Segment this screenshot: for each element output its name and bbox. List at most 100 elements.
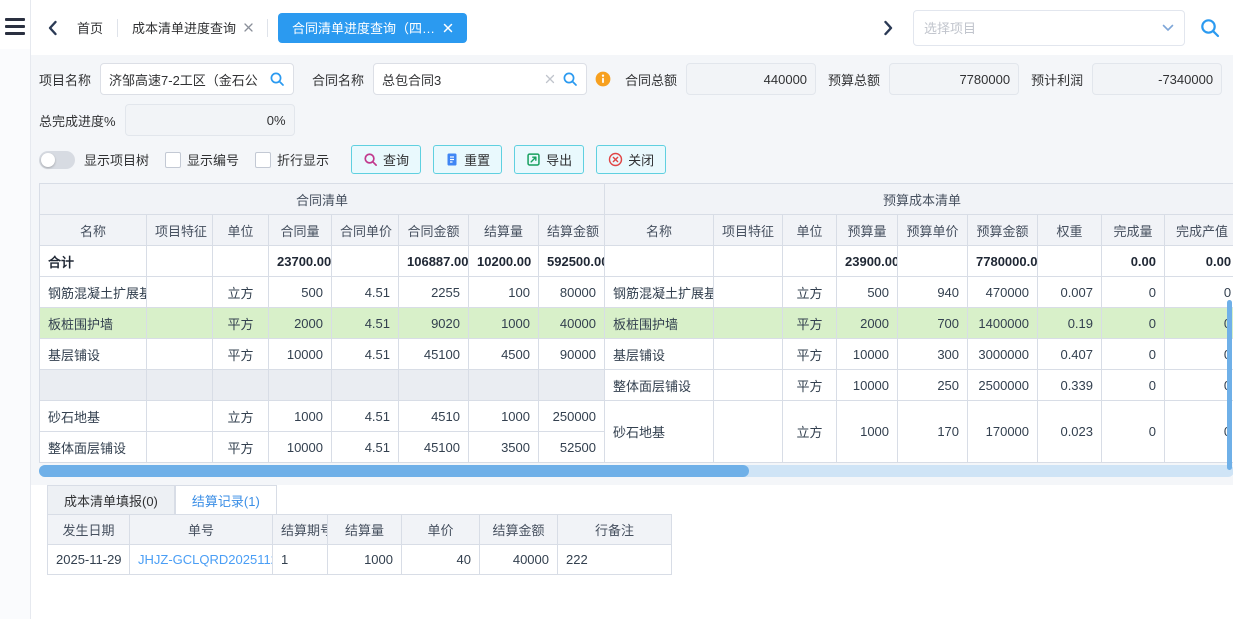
cell[interactable]: 40000 xyxy=(539,308,605,339)
cell[interactable] xyxy=(605,246,714,277)
tab-cost-list-fill[interactable]: 成本清单填报(0) xyxy=(47,485,175,514)
cell[interactable] xyxy=(147,432,213,463)
cell[interactable]: 2500000 xyxy=(968,370,1038,401)
cell[interactable] xyxy=(898,246,968,277)
cell[interactable]: 470000 xyxy=(968,277,1038,308)
tab-settlement-records[interactable]: 结算记录(1) xyxy=(175,485,277,514)
tab-cost-list-progress[interactable]: 成本清单进度查询 xyxy=(118,13,267,43)
cell[interactable] xyxy=(714,308,783,339)
cell[interactable]: 1000 xyxy=(469,308,539,339)
cell[interactable]: 0 xyxy=(1165,370,1233,401)
cell[interactable] xyxy=(714,370,783,401)
cell[interactable] xyxy=(1038,246,1102,277)
contract-name-input[interactable]: 总包合同3 xyxy=(373,63,587,95)
cell[interactable]: 170000 xyxy=(968,401,1038,463)
cell[interactable]: 板桩围护墙 xyxy=(605,308,714,339)
cell[interactable]: 0.407 xyxy=(1038,339,1102,370)
col-header[interactable]: 权重 xyxy=(1038,215,1102,246)
empty-cell[interactable] xyxy=(147,370,213,401)
cell[interactable]: 2000 xyxy=(269,308,332,339)
col-header[interactable]: 结算金额 xyxy=(480,515,558,545)
cell[interactable] xyxy=(783,246,837,277)
cell[interactable]: 砂石地基 xyxy=(605,401,714,463)
cell[interactable]: 钢筋混凝土扩展基 xyxy=(605,277,714,308)
cell[interactable]: 106887.00 xyxy=(399,246,469,277)
wrap-display-checkbox[interactable]: 折行显示 xyxy=(255,150,329,169)
cell[interactable]: 平方 xyxy=(783,370,837,401)
cell[interactable]: 9020 xyxy=(399,308,469,339)
project-name-input[interactable]: 济邹高速7-2工区（金石公 xyxy=(100,63,294,95)
cell[interactable]: 基层铺设 xyxy=(40,339,147,370)
cell[interactable]: 4.51 xyxy=(332,308,399,339)
cell[interactable]: 300 xyxy=(898,339,968,370)
clear-icon[interactable] xyxy=(545,74,555,84)
cell[interactable]: 500 xyxy=(837,277,898,308)
cell[interactable]: 0.339 xyxy=(1038,370,1102,401)
col-header[interactable]: 结算金额 xyxy=(539,215,605,246)
cell-period[interactable]: 1 xyxy=(273,545,328,575)
horizontal-scrollbar-thumb[interactable] xyxy=(39,465,749,477)
cell[interactable]: 7780000.0 xyxy=(968,246,1038,277)
global-search-icon[interactable] xyxy=(1199,17,1221,39)
col-header[interactable]: 名称 xyxy=(605,215,714,246)
tab-close-icon[interactable] xyxy=(443,23,453,33)
col-header[interactable]: 发生日期 xyxy=(48,515,130,545)
tab-scroll-right-icon[interactable] xyxy=(877,13,899,43)
close-button[interactable]: 关闭 xyxy=(596,145,666,174)
query-button[interactable]: 查询 xyxy=(351,145,421,174)
cell[interactable]: 0.00 xyxy=(1102,246,1165,277)
vertical-scrollbar-thumb[interactable] xyxy=(1227,300,1232,470)
cell-price[interactable]: 40 xyxy=(402,545,480,575)
cell[interactable]: 0 xyxy=(1165,277,1233,308)
cell[interactable]: 合计 xyxy=(40,246,147,277)
cell[interactable] xyxy=(147,246,213,277)
horizontal-scrollbar[interactable] xyxy=(39,465,1233,477)
cell[interactable] xyxy=(332,246,399,277)
cell[interactable]: 940 xyxy=(898,277,968,308)
col-header[interactable]: 合同量 xyxy=(269,215,332,246)
empty-cell[interactable] xyxy=(269,370,332,401)
cell[interactable]: 80000 xyxy=(539,277,605,308)
cell[interactable]: 10000 xyxy=(269,432,332,463)
col-header[interactable]: 结算量 xyxy=(469,215,539,246)
cell[interactable]: 0.007 xyxy=(1038,277,1102,308)
cell-date[interactable]: 2025-11-29 xyxy=(48,545,130,575)
cell[interactable]: 1400000 xyxy=(968,308,1038,339)
empty-cell[interactable] xyxy=(469,370,539,401)
show-project-tree-toggle[interactable] xyxy=(39,151,75,169)
tab-scroll-left-icon[interactable] xyxy=(41,13,63,43)
cell[interactable]: 1000 xyxy=(469,401,539,432)
empty-cell[interactable] xyxy=(399,370,469,401)
cell[interactable]: 10000 xyxy=(837,339,898,370)
cell[interactable] xyxy=(714,339,783,370)
col-header[interactable]: 名称 xyxy=(40,215,147,246)
cell[interactable]: 52500 xyxy=(539,432,605,463)
search-icon[interactable] xyxy=(562,71,578,87)
cell[interactable]: 基层铺设 xyxy=(605,339,714,370)
col-header[interactable]: 预算单价 xyxy=(898,215,968,246)
cell[interactable]: 整体面层铺设 xyxy=(40,432,147,463)
cell[interactable]: 45100 xyxy=(399,339,469,370)
col-header[interactable]: 预算量 xyxy=(837,215,898,246)
empty-cell[interactable] xyxy=(539,370,605,401)
cell[interactable]: 10000 xyxy=(269,339,332,370)
show-code-checkbox[interactable]: 显示编号 xyxy=(165,150,239,169)
doc-no-link[interactable]: JHJZ-GCLQRD20251129 xyxy=(138,552,273,567)
col-header[interactable]: 合同金额 xyxy=(399,215,469,246)
col-header[interactable]: 单号 xyxy=(130,515,273,545)
cell[interactable]: 90000 xyxy=(539,339,605,370)
cell[interactable]: 平方 xyxy=(783,339,837,370)
empty-cell[interactable] xyxy=(332,370,399,401)
cell[interactable] xyxy=(147,339,213,370)
cell[interactable]: 1000 xyxy=(269,401,332,432)
col-header[interactable]: 结算量 xyxy=(328,515,402,545)
cell[interactable]: 1000 xyxy=(837,401,898,463)
cell[interactable]: 4.51 xyxy=(332,401,399,432)
cell[interactable]: 23900.00 xyxy=(837,246,898,277)
project-select[interactable]: 选择项目 xyxy=(913,10,1185,46)
cell[interactable]: 钢筋混凝土扩展基 xyxy=(40,277,147,308)
cell[interactable]: 立方 xyxy=(783,401,837,463)
cell[interactable]: 0.19 xyxy=(1038,308,1102,339)
cell[interactable]: 0 xyxy=(1102,308,1165,339)
cell[interactable]: 0 xyxy=(1165,339,1233,370)
